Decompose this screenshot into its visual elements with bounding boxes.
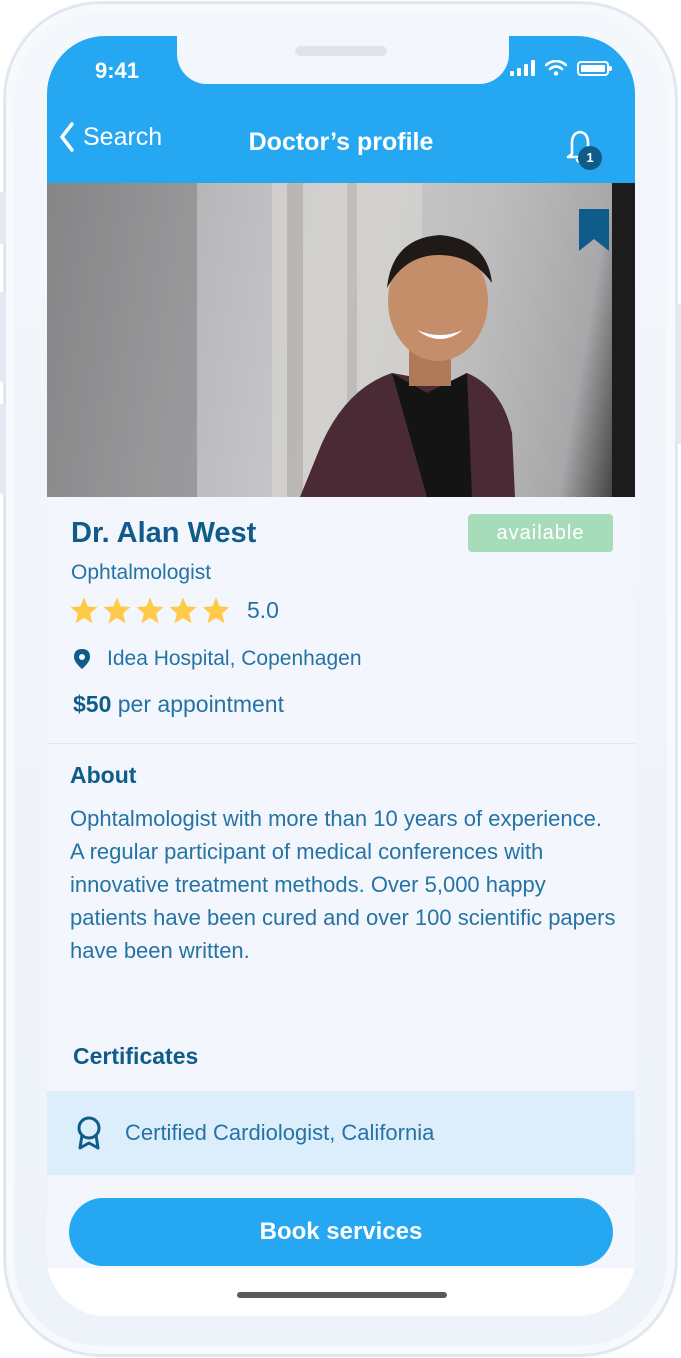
bookmark-icon[interactable] — [579, 209, 609, 251]
status-icons — [510, 60, 612, 76]
wifi-icon — [545, 60, 567, 76]
doctor-name: Dr. Alan West — [71, 517, 257, 549]
doctor-location: Idea Hospital, Copenhagen — [73, 647, 362, 671]
star-icon — [70, 597, 98, 624]
mute-switch — [0, 192, 6, 244]
star-icon — [136, 597, 164, 624]
home-indicator[interactable] — [237, 1292, 447, 1298]
certificates-heading: Certificates — [73, 1043, 199, 1069]
notification-badge: 1 — [578, 146, 602, 170]
speaker-grille — [295, 46, 387, 56]
star-icon — [169, 597, 197, 624]
availability-badge: available — [468, 514, 613, 552]
doctor-specialty: Ophtalmologist — [71, 561, 212, 584]
power-button — [675, 304, 681, 444]
price-suffix: per appointment — [111, 691, 284, 717]
location-label: Idea Hospital, Copenhagen — [107, 647, 362, 670]
award-icon — [77, 1116, 101, 1150]
status-time: 9:41 — [95, 58, 140, 83]
star-icon — [103, 597, 131, 624]
rating-stars — [69, 596, 231, 624]
price-amount: $50 — [73, 691, 112, 717]
star-icon — [202, 597, 230, 624]
certificate-item[interactable]: Certified Cardiologist, California — [47, 1091, 635, 1175]
appointment-price: $50 per appointment — [73, 691, 284, 718]
page-title: Doctor’s profile — [248, 128, 434, 156]
book-services-button[interactable]: Book services — [69, 1198, 613, 1266]
cellular-signal-icon — [510, 60, 535, 76]
certificate-label: Certified Cardiologist, California — [125, 1120, 435, 1145]
battery-icon — [577, 61, 612, 76]
volume-up-button — [0, 292, 6, 382]
app-header: 9:41 Search Doctor’s profile 1 — [47, 36, 635, 183]
about-text: Ophtalmologist with more than 10 years o… — [70, 806, 616, 963]
location-pin-icon — [74, 649, 90, 669]
rating-value: 5.0 — [247, 597, 279, 623]
about-heading: About — [70, 762, 137, 788]
doctor-photo-illustration — [47, 183, 635, 497]
volume-down-button — [0, 404, 6, 494]
doctor-photo — [47, 183, 635, 497]
notch — [177, 36, 509, 84]
screen: 9:41 Search Doctor’s profile 1 Dr. Alan … — [47, 36, 635, 1316]
doctor-info: Dr. Alan West available Ophtalmologist 5… — [47, 497, 635, 744]
